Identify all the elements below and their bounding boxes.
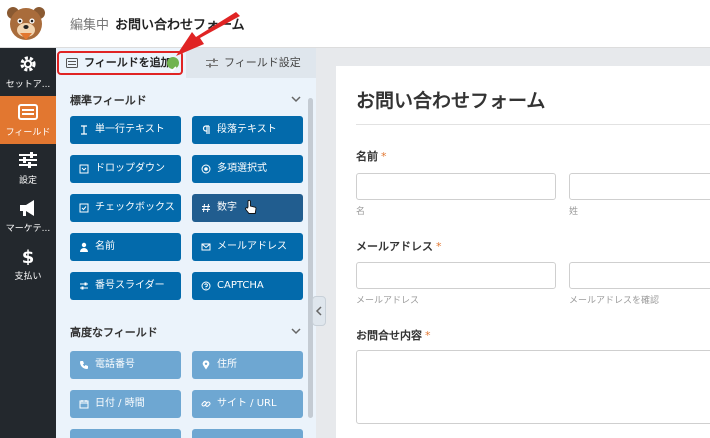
top-bar: 編集中 お問い合わせフォーム	[0, 0, 710, 48]
email-confirm-input[interactable]	[569, 262, 710, 289]
sidebar-item-label: フィールド	[5, 128, 51, 138]
field-button-partial[interactable]	[70, 429, 181, 438]
last-name-input[interactable]	[569, 173, 710, 200]
sidebar-item-settings[interactable]: 設定	[0, 144, 56, 192]
field-button-label: ドロップダウン	[95, 163, 165, 174]
field-button-label: チェックボックス	[95, 202, 175, 213]
annotation-arrow-icon	[176, 12, 240, 56]
field-button-paragraph-text[interactable]: 段落テキスト	[192, 116, 303, 144]
email-confirm-sublabel: メールアドレスを確認	[569, 296, 660, 306]
field-button-label: メールアドレス	[217, 241, 287, 252]
phone-icon	[80, 361, 88, 369]
field-button-multiple-choice[interactable]: 多項選択式	[192, 155, 303, 183]
sliders-icon	[19, 152, 37, 168]
field-button-captcha[interactable]: CAPTCHA	[192, 272, 303, 300]
bear-logo-icon	[7, 7, 45, 40]
hash-icon	[202, 203, 210, 213]
radio-icon	[201, 164, 211, 174]
chevron-up-icon[interactable]	[290, 327, 302, 335]
sidebar-item-setup[interactable]: セットア...	[0, 48, 56, 96]
field-button-label: 日付 / 時間	[95, 398, 145, 409]
field-button-label: CAPTCHA	[217, 280, 264, 291]
checkbox-icon	[79, 203, 89, 213]
field-button-date-time[interactable]: 日付 / 時間	[70, 390, 181, 418]
gear-icon	[20, 56, 36, 72]
link-icon	[201, 401, 211, 407]
message-field-label: お問合せ内容 *	[356, 329, 431, 342]
field-button-website-url[interactable]: サイト / URL	[192, 390, 303, 418]
name-field-label: 名前 *	[356, 150, 387, 163]
field-button-label: 段落テキスト	[217, 124, 277, 135]
sidebar-item-marketing[interactable]: マーケテ...	[0, 192, 56, 240]
sidebar-item-label: 設定	[18, 176, 37, 186]
sidebar-item-label: セットア...	[5, 80, 51, 90]
text-cursor-icon	[81, 125, 87, 135]
field-button-label: 住所	[217, 359, 237, 370]
sliders-icon	[80, 282, 88, 290]
field-button-number[interactable]: 数字	[192, 194, 303, 222]
panel-scrollbar[interactable]	[308, 98, 313, 418]
chevron-left-icon	[315, 306, 322, 316]
sidebar-item-label: 支払い	[14, 272, 42, 282]
advanced-fields-heading: 高度なフィールド	[70, 326, 158, 339]
calendar-icon	[79, 400, 89, 409]
required-asterisk: *	[425, 329, 431, 342]
svg-text:$: $	[22, 247, 35, 265]
form-preview: お問い合わせフォーム 名前 * 名 姓 メールアドレス * メールアドレス メールア…	[336, 66, 710, 438]
dollar-icon: $	[22, 247, 35, 265]
paragraph-icon	[202, 125, 210, 134]
email-input[interactable]	[356, 262, 556, 289]
fields-icon	[18, 104, 38, 120]
user-icon	[80, 242, 88, 252]
field-button-single-line-text[interactable]: 単一行テキスト	[70, 116, 181, 144]
field-button-label: 番号スライダー	[95, 280, 165, 291]
field-button-checkboxes[interactable]: チェックボックス	[70, 194, 181, 222]
last-name-sublabel: 姓	[569, 207, 579, 217]
first-name-sublabel: 名	[356, 207, 366, 217]
field-button-name[interactable]: 名前	[70, 233, 181, 261]
megaphone-icon	[20, 200, 34, 216]
field-button-label: 電話番号	[95, 359, 135, 370]
fields-panel: フィールドを追加 フィールド設定 標準フィールド 単一行テキスト 段落テキスト …	[56, 48, 316, 438]
field-button-email[interactable]: メールアドレス	[192, 233, 303, 261]
map-pin-icon	[202, 360, 210, 370]
field-button-number-slider[interactable]: 番号スライダー	[70, 272, 181, 300]
email-sublabel: メールアドレス	[356, 296, 420, 306]
email-field-label: メールアドレス *	[356, 240, 442, 253]
standard-fields-heading: 標準フィールド	[70, 94, 147, 107]
tab-add-fields[interactable]: フィールドを追加	[56, 48, 186, 78]
field-button-label: サイト / URL	[217, 398, 277, 409]
collapse-panel-button[interactable]	[312, 296, 326, 326]
field-button-label: 単一行テキスト	[95, 124, 165, 135]
field-button-phone[interactable]: 電話番号	[70, 351, 181, 379]
field-button-dropdown[interactable]: ドロップダウン	[70, 155, 181, 183]
builder-sidebar: セットア... フィールド 設定 マーケテ... $ 支払い	[0, 48, 56, 438]
envelope-icon	[201, 243, 211, 251]
chevron-up-icon[interactable]	[290, 95, 302, 103]
required-asterisk: *	[381, 150, 387, 163]
field-button-label: 数字	[217, 202, 237, 213]
first-name-input[interactable]	[356, 173, 556, 200]
title-divider	[356, 124, 710, 125]
editing-label: 編集中	[70, 18, 110, 33]
message-textarea[interactable]	[356, 350, 710, 424]
dropdown-icon	[79, 164, 89, 174]
field-button-label: 多項選択式	[217, 163, 267, 174]
field-button-partial[interactable]	[192, 429, 303, 438]
sidebar-item-fields[interactable]: フィールド	[0, 96, 56, 144]
hand-cursor-icon	[245, 199, 257, 214]
form-title: お問い合わせフォーム	[356, 90, 546, 112]
highlight-box	[57, 51, 183, 75]
sidebar-item-label: マーケテ...	[5, 224, 51, 234]
field-button-label: 名前	[95, 241, 115, 252]
field-button-address[interactable]: 住所	[192, 351, 303, 379]
question-circle-icon	[201, 281, 211, 291]
required-asterisk: *	[436, 240, 442, 253]
sidebar-item-payments[interactable]: $ 支払い	[0, 240, 56, 288]
form-builder: 編集中 お問い合わせフォーム セットア... フィールド 設定 マーケテ... …	[0, 0, 710, 438]
